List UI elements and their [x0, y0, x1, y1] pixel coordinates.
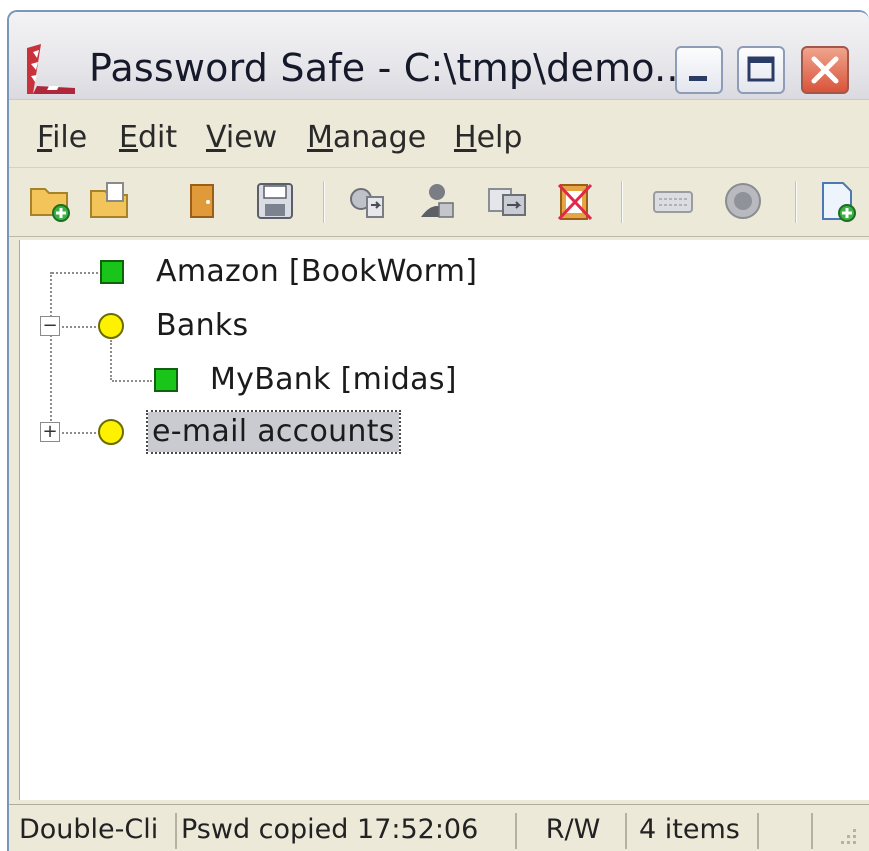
- copy-username-icon[interactable]: [415, 179, 459, 223]
- menu-help[interactable]: Help: [454, 120, 522, 155]
- tree-line: [50, 272, 52, 432]
- menu-file[interactable]: File: [37, 120, 87, 155]
- tree-item-label: Amazon [BookWorm]: [156, 254, 478, 289]
- maximize-button[interactable]: [737, 46, 785, 94]
- tree-item-label: Banks: [156, 308, 249, 343]
- entry-icon: [100, 260, 124, 284]
- close-icon: [811, 56, 839, 84]
- copy-notes-icon[interactable]: [485, 179, 529, 223]
- autotype-icon[interactable]: [651, 179, 695, 223]
- close-database-icon[interactable]: [181, 179, 225, 223]
- save-icon[interactable]: [253, 179, 297, 223]
- status-message: Pswd copied 17:52:06: [181, 813, 517, 849]
- status-mode: R/W: [521, 813, 627, 849]
- window-title: Password Safe - C:\tmp\demo...: [89, 46, 691, 90]
- status-hint: Double-Cli: [19, 813, 177, 849]
- entry-tree[interactable]: Amazon [BookWorm] − Banks MyBank [midas]…: [19, 240, 869, 800]
- copy-password-icon[interactable]: [345, 179, 389, 223]
- menu-bar: File Edit View Manage Help: [9, 104, 869, 168]
- close-button[interactable]: [801, 46, 849, 94]
- status-count: 4 items: [631, 813, 759, 849]
- toolbar-separator: [323, 181, 325, 223]
- collapse-icon[interactable]: −: [40, 316, 60, 336]
- status-empty: [763, 813, 813, 849]
- toolbar-separator: [795, 181, 797, 223]
- resize-grip-icon[interactable]: [835, 823, 859, 847]
- tree-item-mybank[interactable]: MyBank [midas]: [20, 360, 520, 400]
- add-entry-icon[interactable]: [815, 179, 859, 223]
- maximize-icon: [747, 56, 775, 82]
- browse-url-icon[interactable]: [721, 179, 765, 223]
- toolbar-separator: [621, 181, 623, 223]
- menu-view[interactable]: View: [206, 120, 277, 155]
- tree-item-email-accounts[interactable]: + e-mail accounts: [20, 410, 520, 454]
- menu-edit[interactable]: Edit: [119, 120, 177, 155]
- tree-item-label: MyBank [midas]: [210, 362, 457, 397]
- toolbar: [9, 169, 869, 237]
- minimize-icon: [689, 76, 707, 81]
- title-bar[interactable]: Password Safe - C:\tmp\demo...: [9, 12, 869, 100]
- tree-item-banks[interactable]: − Banks: [20, 306, 520, 346]
- open-database-icon[interactable]: [87, 179, 131, 223]
- app-icon[interactable]: [23, 42, 77, 96]
- expand-icon[interactable]: +: [40, 422, 60, 442]
- group-icon: [98, 313, 124, 339]
- minimize-button[interactable]: [675, 46, 723, 94]
- status-bar: Double-Cli Pswd copied 17:52:06 R/W 4 it…: [9, 804, 869, 851]
- entry-icon: [154, 368, 178, 392]
- group-icon: [98, 419, 124, 445]
- password-safe-window: Password Safe - C:\tmp\demo... File Edit…: [7, 10, 869, 851]
- tree-item-label: e-mail accounts: [146, 410, 401, 454]
- menu-manage[interactable]: Manage: [307, 120, 426, 155]
- tree-item-amazon[interactable]: Amazon [BookWorm]: [20, 252, 520, 292]
- clear-clipboard-icon[interactable]: [553, 179, 597, 223]
- new-database-icon[interactable]: [27, 179, 71, 223]
